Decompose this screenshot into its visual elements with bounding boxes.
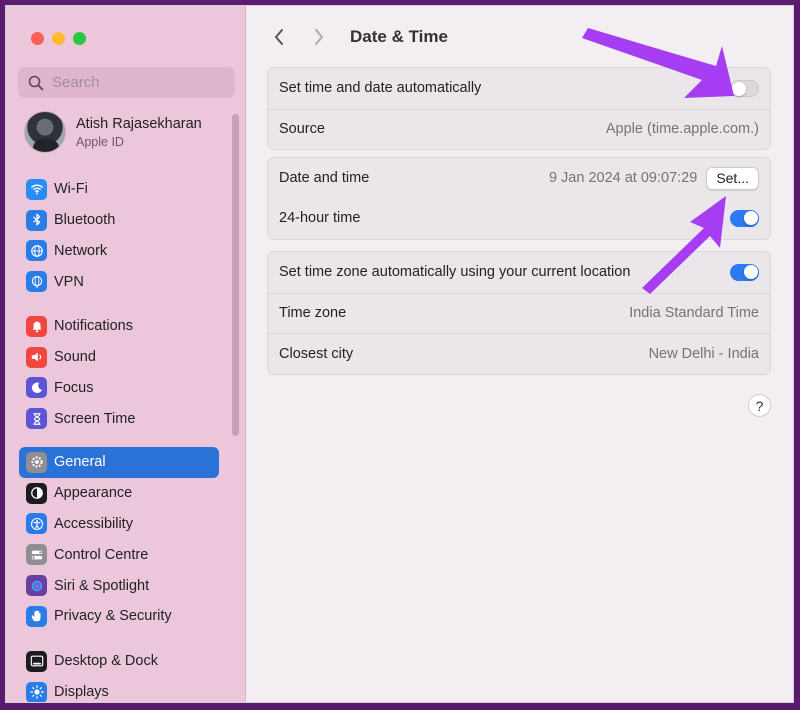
closest-city-label: Closest city [279, 345, 354, 362]
sidebar-item-vpn[interactable]: VPN [19, 266, 219, 297]
dock-icon [26, 650, 47, 672]
sidebar-item-label: Desktop & Dock [54, 653, 158, 670]
sidebar-item-desktop-and-dock[interactable]: Desktop & Dock [19, 646, 219, 677]
auto-time-label: Set time and date automatically [279, 80, 482, 97]
sidebar-item-displays[interactable]: Displays [19, 677, 219, 702]
source-label: Source [279, 121, 325, 138]
avatar [24, 111, 66, 153]
sidebar-item-label: Control Centre [54, 546, 149, 563]
sidebar-group-notifications: Notifications Sound Focus Screen Time [19, 311, 219, 434]
sidebar-item-label: Appearance [54, 485, 133, 502]
sidebar-item-label: General [54, 454, 106, 471]
source-row: Source Apple (time.apple.com.) [268, 108, 770, 150]
search-field[interactable] [18, 67, 235, 98]
close-window-button[interactable] [31, 32, 44, 45]
sidebar-group-connectivity: Wi-Fi Bluetooth Network VPN [19, 174, 219, 297]
sidebar-item-label: Siri & Spotlight [54, 577, 150, 594]
auto-time-toggle[interactable] [730, 79, 759, 97]
closest-city-row: Closest city New Delhi - India [268, 333, 770, 374]
toolbar: Date & Time [268, 24, 448, 50]
chevron-left-icon [275, 29, 283, 45]
time-zone-group: Set time zone automatically using your c… [267, 251, 771, 375]
sidebar-item-label: Sound [54, 349, 96, 366]
sidebar-item-sound[interactable]: Sound [19, 342, 219, 373]
help-button[interactable]: ? [748, 394, 771, 417]
sidebar-item-label: Focus [54, 379, 94, 396]
wifi-icon [26, 178, 47, 200]
forward-button[interactable] [308, 24, 330, 50]
apple-id-account[interactable]: Atish Rajasekharan Apple ID [24, 111, 202, 153]
sidebar-item-siri-and-spotlight[interactable]: Siri & Spotlight [19, 570, 219, 601]
siri-icon [26, 575, 47, 597]
sidebar: Atish Rajasekharan Apple ID Wi-Fi Bluetoo… [6, 6, 246, 702]
auto-zone-label: Set time zone automatically using your c… [279, 264, 631, 281]
vpn-globe-icon [26, 271, 47, 293]
account-subtitle: Apple ID [76, 134, 124, 149]
sidebar-item-label: Network [54, 242, 108, 259]
sidebar-scrollbar[interactable] [232, 114, 239, 436]
sidebar-item-accessibility[interactable]: Accessibility [19, 509, 219, 540]
sidebar-item-wi-fi[interactable]: Wi-Fi [19, 174, 219, 205]
time-zone-value: India Standard Time [629, 305, 759, 322]
sun-icon [26, 681, 47, 702]
sidebar-group-desktop: Desktop & Dock Displays [19, 646, 219, 702]
auto-zone-toggle[interactable] [730, 263, 759, 281]
account-name: Atish Rajasekharan [76, 115, 202, 132]
accessibility-icon [26, 513, 47, 535]
hand-icon [26, 605, 47, 627]
search-input[interactable] [52, 74, 222, 91]
time-zone-row: Time zone India Standard Time [268, 292, 770, 334]
hour24-label: 24-hour time [279, 210, 361, 227]
minimize-window-button[interactable] [52, 32, 65, 45]
sidebar-item-notifications[interactable]: Notifications [19, 311, 219, 342]
sidebar-item-appearance[interactable]: Appearance [19, 478, 219, 509]
speaker-icon [26, 346, 47, 368]
sidebar-group-system: General Appearance Accessibility Control Ce… [19, 447, 219, 632]
sidebar-item-bluetooth[interactable]: Bluetooth [19, 205, 219, 236]
hour24-row: 24-hour time [268, 198, 770, 239]
date-time-label: Date and time [279, 170, 370, 186]
sidebar-item-network[interactable]: Network [19, 236, 219, 267]
hourglass-icon [26, 408, 47, 430]
sidebar-item-screen-time[interactable]: Screen Time [19, 403, 219, 434]
auto-time-row: Set time and date automatically [268, 68, 770, 109]
sidebar-item-label: Screen Time [54, 410, 136, 427]
search-icon [28, 75, 44, 90]
time-zone-label: Time zone [279, 305, 347, 322]
hour24-toggle[interactable] [730, 209, 759, 227]
sidebar-item-label: Bluetooth [54, 212, 116, 229]
date-time-row: Date and time 9 Jan 2024 at 09:07:29 Set… [268, 158, 770, 198]
system-settings-window: Atish Rajasekharan Apple ID Wi-Fi Bluetoo… [5, 5, 794, 703]
sidebar-item-label: Wi-Fi [54, 181, 88, 198]
gear-icon [26, 451, 47, 473]
back-button[interactable] [268, 24, 290, 50]
bluetooth-icon [26, 209, 47, 231]
sidebar-item-label: Notifications [54, 318, 133, 335]
sidebar-item-label: Accessibility [54, 515, 133, 532]
sidebar-item-label: Privacy & Security [54, 608, 172, 625]
control-centre-icon [26, 544, 47, 566]
date-time-group: Date and time 9 Jan 2024 at 09:07:29 Set… [267, 157, 771, 240]
bell-icon [26, 315, 47, 337]
sidebar-item-label: VPN [54, 273, 84, 290]
sidebar-item-privacy-and-security[interactable]: Privacy & Security [19, 601, 219, 632]
source-value: Apple (time.apple.com.) [605, 121, 759, 138]
globe-icon [26, 240, 47, 262]
zoom-window-button[interactable] [73, 32, 86, 45]
auto-time-group: Set time and date automatically Source A… [267, 67, 771, 150]
set-date-time-button[interactable]: Set... [706, 166, 759, 190]
appearance-icon [26, 482, 47, 504]
main-pane: Date & Time Set time and date automatica… [246, 6, 793, 702]
sidebar-item-focus[interactable]: Focus [19, 373, 219, 404]
auto-zone-row: Set time zone automatically using your c… [268, 252, 770, 293]
sidebar-item-label: Displays [54, 684, 109, 701]
page-title: Date & Time [350, 27, 448, 46]
closest-city-value: New Delhi - India [648, 345, 759, 362]
moon-icon [26, 377, 47, 399]
date-time-value: 9 Jan 2024 at 09:07:29 [548, 170, 698, 186]
window-controls [31, 32, 86, 45]
chevron-right-icon [315, 29, 323, 45]
sidebar-item-control-centre[interactable]: Control Centre [19, 539, 219, 570]
sidebar-item-general[interactable]: General [19, 447, 219, 478]
